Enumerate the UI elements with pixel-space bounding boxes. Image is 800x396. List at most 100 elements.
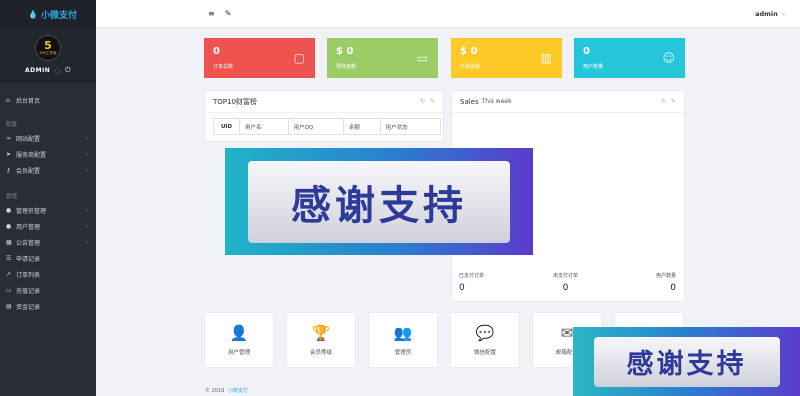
- sidebar-item-label: 服务商配置: [16, 151, 47, 159]
- stat-value: $ 0: [336, 46, 354, 57]
- shortcut-admin[interactable]: 👥 管理员: [368, 312, 438, 368]
- drop-icon[interactable]: ◌: [54, 67, 61, 75]
- mail-icon: ✉: [560, 324, 574, 342]
- table-icon: ▤: [6, 302, 12, 310]
- sidebar-item-label: 会员配置: [16, 167, 41, 175]
- thanks-banner-small: 感谢支持: [573, 327, 800, 396]
- footer: © 2019 小微支付: [205, 387, 248, 394]
- topbar: ≡ ✎ admin ⌄: [96, 0, 800, 28]
- home-icon: ⌂: [6, 96, 10, 104]
- sidebar-item-label: 网站配置: [16, 135, 41, 143]
- users-icon: ●: [6, 222, 12, 230]
- chevron-left-icon: ‹: [85, 206, 88, 214]
- sidebar-item-home[interactable]: ⌂ 后台首页: [0, 92, 96, 108]
- chat-icon: 💬: [475, 324, 495, 342]
- chevron-left-icon: ‹: [85, 166, 88, 174]
- sales-stat-value: 0: [562, 283, 569, 293]
- stat-value: $ 0: [460, 46, 478, 57]
- sidebar-item-recharge-records[interactable]: ▭ 充值记录: [0, 282, 96, 298]
- chart-icon: ↗: [6, 270, 12, 278]
- panel-subtitle: This week: [481, 98, 512, 105]
- column-header: 用户名: [239, 118, 289, 135]
- sidebar-item-member-config[interactable]: ⚷ 会员配置 ‹: [0, 162, 96, 178]
- sales-stat-paid: 已支付订单 0: [459, 272, 484, 293]
- stat-caption: 订单总数: [213, 64, 234, 70]
- sidebar-item-label: 订单列表: [16, 271, 41, 279]
- column-header: 余额: [342, 118, 381, 135]
- sales-stat-label: 未支付订单: [553, 273, 579, 279]
- shortcut-member-level[interactable]: 🏆 会员等级: [286, 312, 356, 368]
- sidebar-item-label: 申请记录: [16, 255, 41, 263]
- footer-copy: © 2019: [205, 388, 225, 394]
- stat-card-deposit: $ 0 预存金额 ▭: [327, 38, 438, 78]
- clipboard-icon: ▢: [293, 51, 305, 65]
- user-add-icon: ☺: [662, 51, 675, 65]
- profile-name: ADMIN: [24, 67, 51, 74]
- list-icon: ☰: [6, 254, 12, 262]
- sales-stat-value: 0: [459, 283, 465, 293]
- chevron-down-icon[interactable]: ⌄: [782, 11, 786, 17]
- grid-icon: ▦: [6, 238, 12, 246]
- top10-table: UID 用户名 用户QQ 余额 用户状态: [212, 118, 442, 135]
- sales-stat-label: 用户数量: [655, 273, 676, 279]
- sidebar-item-fund-records[interactable]: ▤ 资金记录: [0, 298, 96, 314]
- shortcut-label: 用户管理: [227, 350, 250, 356]
- column-header: 用户QQ: [287, 118, 344, 135]
- send-icon: ➤: [6, 150, 12, 158]
- thanks-banner-text: 感谢支持: [248, 160, 510, 243]
- sidebar-item-site-config[interactable]: ∞ 网站配置 ‹: [0, 130, 96, 146]
- shortcut-label: 管理员: [394, 350, 412, 356]
- wrench-icon[interactable]: ✎: [225, 9, 232, 18]
- chevron-left-icon: ‹: [85, 222, 88, 230]
- stat-caption: 交易总额: [460, 64, 481, 70]
- sales-stat-label: 已支付订单: [459, 273, 485, 279]
- sidebar-item-label: 后台首页: [16, 97, 41, 105]
- sidebar-item-order-list[interactable]: ↗ 订单列表: [0, 266, 96, 282]
- sidebar-item-admin-manage[interactable]: ● 管理员管理 ‹: [0, 202, 96, 218]
- chevron-left-icon: ‹: [85, 238, 88, 246]
- panel-title: Sales: [460, 97, 479, 106]
- user-menu[interactable]: admin: [755, 10, 778, 18]
- drop-icon: 💧: [28, 9, 38, 19]
- stat-card-volume: $ 0 交易总额 ▥: [451, 38, 562, 78]
- sidebar-item-apply-records[interactable]: ☰ 申请记录: [0, 250, 96, 266]
- user-icon: ●: [6, 206, 12, 214]
- refresh-icon[interactable]: ↻: [661, 98, 666, 105]
- sidebar-item-notice-manage[interactable]: ▦ 公告管理 ‹: [0, 234, 96, 250]
- column-header: UID: [212, 118, 241, 135]
- shortcut-label: 会员等级: [309, 350, 332, 356]
- stat-card-orders: 0 订单总数 ▢: [204, 38, 315, 78]
- shortcut-wechat-config[interactable]: 💬 微信配置: [450, 312, 520, 368]
- sidebar-item-provider-config[interactable]: ➤ 服务商配置 ‹: [0, 146, 96, 162]
- pin-icon[interactable]: ✎: [430, 98, 435, 105]
- sidebar-item-label: 管理员管理: [16, 207, 47, 215]
- link-icon: ∞: [6, 134, 11, 142]
- sidebar-item-label: 用户管理: [16, 223, 41, 231]
- avatar-number: 5: [44, 39, 52, 52]
- footer-link[interactable]: 小微支付: [228, 388, 248, 394]
- pin-icon[interactable]: ✎: [671, 98, 676, 105]
- logout-icon[interactable]: ⏻: [65, 66, 71, 75]
- sidebar-item-label: 充值记录: [16, 287, 41, 295]
- sidebar-section-config: 配置: [6, 122, 18, 128]
- thanks-banner: 感谢支持: [225, 148, 533, 255]
- sales-stat-value: 0: [670, 283, 676, 293]
- top10-panel: TOP10财富榜 ↻ ✎ UID 用户名 用户QQ 余额 用户状态: [204, 90, 444, 142]
- profile: 5 500工作室 ADMIN ◌ ⏻: [0, 28, 96, 82]
- avatar[interactable]: 5 500工作室: [35, 35, 61, 61]
- trophy-icon: 🏆: [311, 324, 331, 342]
- refresh-icon[interactable]: ↻: [420, 98, 425, 105]
- column-header: 用户状态: [379, 118, 442, 135]
- sidebar-item-user-manage[interactable]: ● 用户管理 ‹: [0, 218, 96, 234]
- sidebar-section-manage: 管理: [6, 194, 18, 200]
- shortcut-user-manage[interactable]: 👤 用户管理: [204, 312, 274, 368]
- key-icon: ⚷: [6, 166, 11, 174]
- stat-value: 0: [213, 46, 220, 57]
- menu-icon[interactable]: ≡: [208, 9, 215, 18]
- brand-title: 小微支付: [40, 10, 77, 21]
- users-icon: 👥: [393, 324, 413, 342]
- brand[interactable]: 💧 小微支付: [0, 0, 96, 28]
- sidebar: 💧 小微支付 5 500工作室 ADMIN ◌ ⏻ ⌂ 后台首页 配置 ∞ 网站…: [0, 0, 96, 396]
- chevron-left-icon: ‹: [85, 134, 88, 142]
- bar-chart-icon: ▥: [540, 51, 552, 65]
